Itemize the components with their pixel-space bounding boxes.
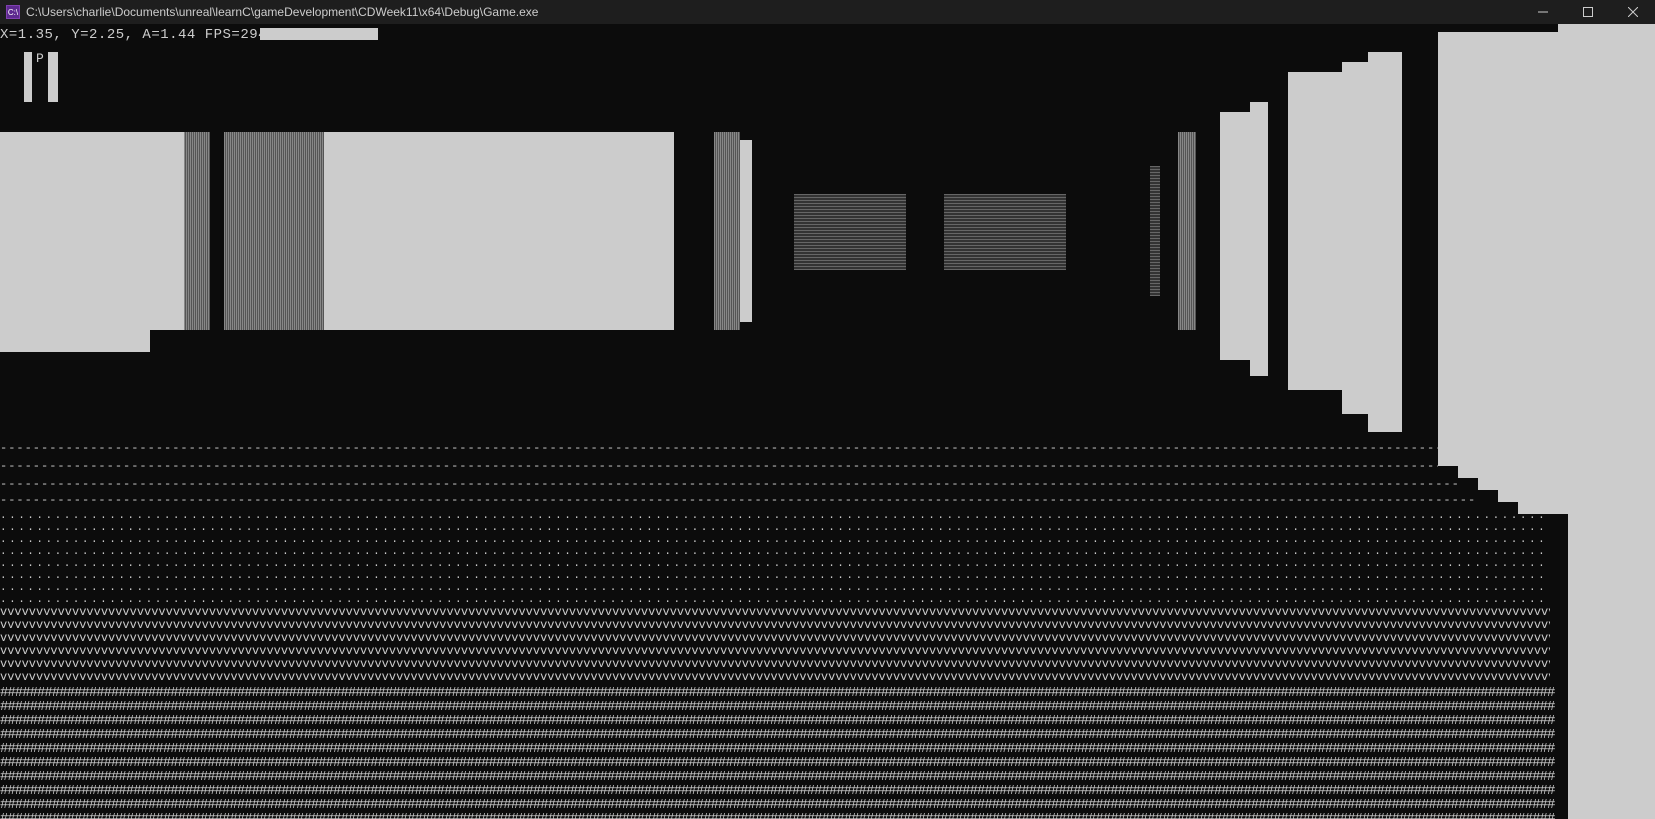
wall-near bbox=[1478, 478, 1558, 490]
wall-distant bbox=[794, 194, 906, 270]
game-viewport[interactable]: X=1.35, Y=2.25, A=1.44 FPS=294.04 P bbox=[0, 24, 1655, 819]
close-button[interactable] bbox=[1610, 0, 1655, 24]
wall-near bbox=[1458, 466, 1558, 478]
window-titlebar: C:\ C:\Users\charlie\Documents\unreal\le… bbox=[0, 0, 1655, 24]
floor-row: vvvvvvvvvvvvvvvvvvvvvvvvvvvvvvvvvvvvvvvv… bbox=[0, 658, 1550, 671]
floor-row: ########################################… bbox=[0, 784, 1555, 798]
maximize-button[interactable] bbox=[1565, 0, 1610, 24]
floor-row: ########################################… bbox=[0, 742, 1555, 756]
floor-row: ########################################… bbox=[0, 770, 1555, 784]
wall-shaded bbox=[1150, 166, 1160, 296]
floor-row: ........................................… bbox=[0, 570, 1548, 582]
floor-row: ........................................… bbox=[0, 534, 1548, 546]
floor-row: vvvvvvvvvvvvvvvvvvvvvvvvvvvvvvvvvvvvvvvv… bbox=[0, 671, 1550, 684]
floor-row: ########################################… bbox=[0, 728, 1555, 742]
floor-row: ........................................… bbox=[0, 510, 1548, 522]
floor-row: ########################################… bbox=[0, 686, 1555, 700]
floor-row: ........................................… bbox=[0, 594, 1548, 606]
floor-row: ########################################… bbox=[0, 700, 1555, 714]
floor-row: vvvvvvvvvvvvvvvvvvvvvvvvvvvvvvvvvvvvvvvv… bbox=[0, 632, 1550, 645]
wall bbox=[1342, 62, 1368, 414]
floor-row: ########################################… bbox=[0, 812, 1555, 819]
floor-row: ----------------------------------------… bbox=[0, 494, 1478, 506]
minimize-button[interactable] bbox=[1520, 0, 1565, 24]
window-controls bbox=[1520, 0, 1655, 24]
wall-distant bbox=[944, 194, 1066, 270]
app-icon: C:\ bbox=[6, 5, 20, 19]
floor-row: ........................................… bbox=[0, 522, 1548, 534]
wall-near bbox=[1498, 490, 1558, 502]
wall-shaded bbox=[184, 132, 210, 330]
wall-shaded bbox=[714, 132, 740, 330]
floor-row: ........................................… bbox=[0, 558, 1548, 570]
wall bbox=[150, 132, 184, 330]
floor-row: ........................................… bbox=[0, 546, 1548, 558]
wall bbox=[1250, 102, 1268, 376]
floor-row: ........................................… bbox=[0, 582, 1548, 594]
wall-near bbox=[1438, 32, 1558, 454]
wall bbox=[0, 132, 150, 352]
floor-row: vvvvvvvvvvvvvvvvvvvvvvvvvvvvvvvvvvvvvvvv… bbox=[0, 645, 1550, 658]
wall bbox=[1288, 72, 1342, 390]
wall-shaded bbox=[224, 132, 324, 330]
floor-row: vvvvvvvvvvvvvvvvvvvvvvvvvvvvvvvvvvvvvvvv… bbox=[0, 606, 1550, 619]
wall bbox=[1220, 112, 1250, 360]
floor-row: ########################################… bbox=[0, 714, 1555, 728]
wall bbox=[324, 132, 674, 330]
floor-row: vvvvvvvvvvvvvvvvvvvvvvvvvvvvvvvvvvvvvvvv… bbox=[0, 619, 1550, 632]
wall-shaded bbox=[1178, 132, 1196, 330]
wall bbox=[1368, 52, 1402, 432]
floor-row: ----------------------------------------… bbox=[0, 460, 1438, 472]
floor-row: ########################################… bbox=[0, 798, 1555, 812]
floor-row: ----------------------------------------… bbox=[0, 442, 1438, 454]
wall bbox=[1558, 24, 1655, 819]
floor-row: ########################################… bbox=[0, 756, 1555, 770]
wall-near bbox=[1438, 454, 1558, 466]
window-title: C:\Users\charlie\Documents\unreal\learnC… bbox=[26, 5, 1520, 19]
floor-row: ----------------------------------------… bbox=[0, 478, 1458, 490]
wall bbox=[740, 140, 752, 322]
